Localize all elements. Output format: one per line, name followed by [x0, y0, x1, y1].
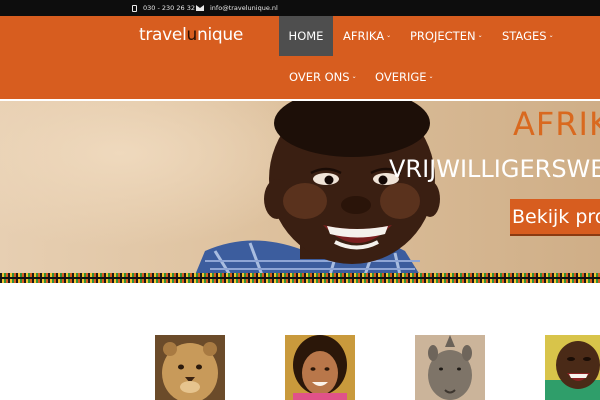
nav-over-ons[interactable]: OVER ONS ⌄: [289, 57, 357, 97]
nav-overige[interactable]: OVERIGE ⌄: [375, 57, 434, 97]
thumbnail-rhino[interactable]: [415, 335, 485, 400]
top-contact-bar: 030 - 230 26 32 info@travelunique.nl: [0, 0, 600, 16]
chevron-down-icon: ⌄: [351, 72, 357, 80]
mail-icon: [196, 5, 204, 11]
decorative-divider: [0, 277, 600, 279]
phone-icon: [132, 4, 137, 12]
hero-title: AFRIKA: [513, 105, 600, 143]
nav-projecten-label: PROJECTEN: [410, 29, 476, 43]
nav-afrika-label: AFRIKA: [343, 29, 385, 43]
hero-image-smiling-boy: [195, 101, 440, 275]
logo-text-travel: travel: [139, 25, 187, 45]
nav-projecten[interactable]: PROJECTEN ⌄: [410, 16, 483, 56]
email-contact[interactable]: info@travelunique.nl: [196, 0, 278, 16]
chevron-down-icon: ⌄: [548, 31, 554, 39]
chevron-down-icon: ⌄: [477, 31, 483, 39]
thumbnail-smiling-girl[interactable]: [285, 335, 355, 400]
thumbnail-laughing-child[interactable]: [545, 335, 600, 400]
nav-home-label: HOME: [288, 29, 324, 43]
nav-over-ons-label: OVER ONS: [289, 70, 350, 84]
site-header: travelunique HOME AFRIKA ⌄ PROJECTEN ⌄ STA…: [0, 16, 600, 99]
thumbnail-lion-cub[interactable]: [155, 335, 225, 400]
nav-home[interactable]: HOME: [279, 16, 333, 56]
nav-overige-label: OVERIGE: [375, 70, 427, 84]
hero-subtitle: VRIJWILLIGERSWERK: [389, 155, 600, 183]
logo-text-u: u: [186, 25, 198, 45]
logo-text-nique: nique: [197, 25, 244, 45]
site-logo[interactable]: travelunique: [139, 25, 243, 45]
chevron-down-icon: ⌄: [428, 72, 434, 80]
chevron-down-icon: ⌄: [386, 31, 392, 39]
email-address[interactable]: info@travelunique.nl: [210, 4, 278, 12]
phone-contact[interactable]: 030 - 230 26 32: [132, 0, 195, 16]
nav-stages[interactable]: STAGES ⌄: [502, 16, 554, 56]
nav-stages-label: STAGES: [502, 29, 547, 43]
hero-slider[interactable]: AFRIKA VRIJWILLIGERSWERK Bekijk projecte…: [0, 101, 600, 275]
phone-number[interactable]: 030 - 230 26 32: [143, 4, 195, 12]
view-projects-button[interactable]: Bekijk projecten: [510, 199, 600, 234]
nav-afrika[interactable]: AFRIKA ⌄: [343, 16, 391, 56]
